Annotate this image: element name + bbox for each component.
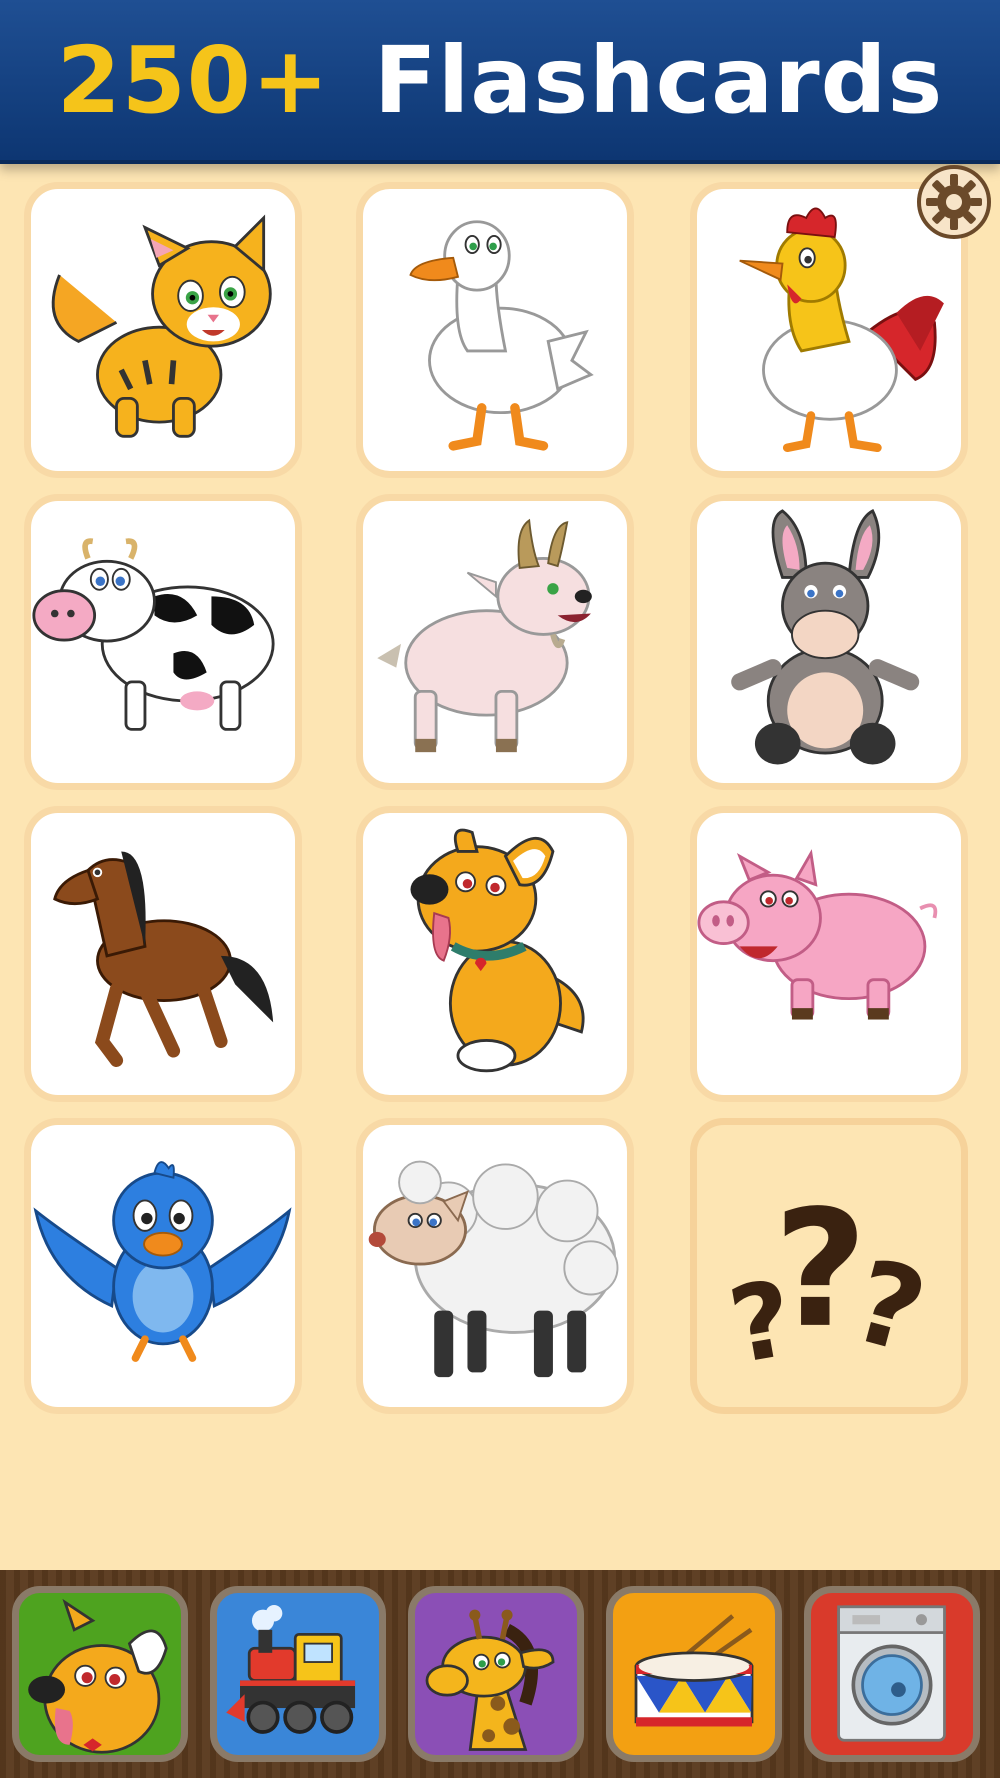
settings-button[interactable] (916, 164, 992, 240)
card-mystery[interactable]: ? ? ? (690, 1118, 968, 1414)
card-cat[interactable] (24, 182, 302, 478)
category-instruments[interactable] (606, 1586, 782, 1762)
card-cow[interactable] (24, 494, 302, 790)
goat-icon (377, 518, 592, 753)
donkey-icon (731, 509, 920, 765)
card-pig[interactable] (690, 806, 968, 1102)
goose-icon (409, 220, 594, 451)
horse-icon (53, 851, 274, 1068)
gear-icon (917, 165, 991, 239)
card-bird[interactable] (24, 1118, 302, 1414)
category-vehicles[interactable] (210, 1586, 386, 1762)
card-donkey[interactable] (690, 494, 968, 790)
page-title: 250+ Flashcards (57, 27, 943, 134)
dog-icon (410, 828, 585, 1073)
dog-icon (28, 1598, 168, 1754)
category-animals[interactable] (12, 1586, 188, 1762)
cow-icon (32, 538, 275, 731)
card-horse[interactable] (24, 806, 302, 1102)
title-count: 250+ (56, 26, 330, 134)
card-dog[interactable] (356, 806, 634, 1102)
bird-icon (33, 1161, 292, 1362)
card-goat[interactable] (356, 494, 634, 790)
header-banner: 250+ Flashcards (0, 0, 1000, 164)
pig-icon (697, 849, 938, 1020)
drum-icon (634, 1614, 754, 1727)
giraffe-icon (425, 1609, 555, 1751)
sheep-icon (368, 1160, 619, 1378)
cat-icon (51, 214, 272, 438)
question-marks-icon: ? ? ? (721, 1176, 939, 1388)
train-icon (226, 1604, 356, 1734)
card-goose[interactable] (356, 182, 634, 478)
washing-machine-icon (837, 1605, 946, 1742)
flashcard-grid: ? ? ? (0, 160, 1000, 1570)
category-household[interactable] (804, 1586, 980, 1762)
card-sheep[interactable] (356, 1118, 634, 1414)
category-dock (0, 1570, 1000, 1778)
category-zoo[interactable] (408, 1586, 584, 1762)
title-word: Flashcards (373, 26, 944, 134)
